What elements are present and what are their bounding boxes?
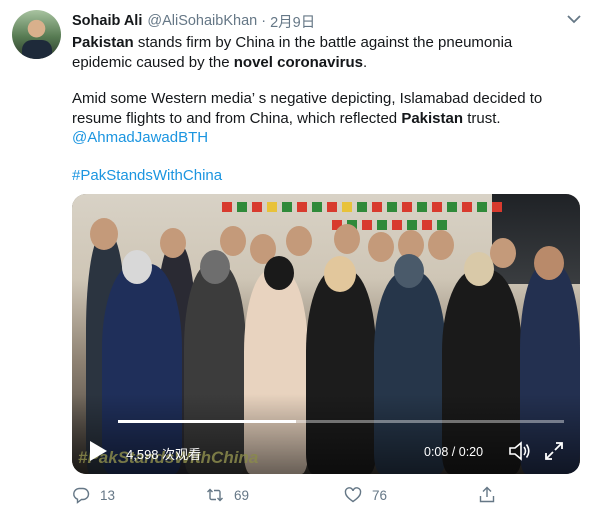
retweet-count: 69: [234, 487, 250, 503]
volume-icon[interactable]: [508, 440, 532, 462]
video-progress-bar[interactable]: [118, 420, 564, 423]
play-icon[interactable]: [88, 440, 108, 462]
tweet-text: Pakistan stands firm by China in the bat…: [72, 33, 582, 185]
share-button[interactable]: [478, 486, 496, 504]
mention-link[interactable]: @AhmadJawadBTH: [72, 129, 208, 146]
retweet-icon: [207, 488, 223, 502]
retweet-button[interactable]: 69: [206, 486, 249, 504]
tweet-paragraph-2: Amid some Western media’ s negative depi…: [72, 89, 582, 148]
bold-text: Pakistan: [401, 109, 464, 127]
video-time: 0:08 / 0:20: [424, 445, 484, 459]
like-button[interactable]: 76: [344, 486, 387, 504]
reply-icon: [73, 487, 90, 504]
video-player[interactable]: #PakStandsWithChina 4,598 次观看 0:08 / 0:2…: [72, 194, 580, 474]
heart-icon: [344, 487, 362, 503]
like-count: 76: [372, 487, 388, 503]
video-frame: [72, 194, 580, 474]
text-span: stands firm by China in the battle again…: [133, 34, 513, 51]
tweet-date[interactable]: 2月9日: [270, 11, 315, 32]
fullscreen-icon[interactable]: [544, 441, 564, 461]
chevron-down-icon[interactable]: [566, 12, 582, 26]
tweet-actions: 13 69 76: [72, 486, 512, 504]
text-span: epidemic caused by the: [72, 53, 234, 71]
video-progress-fill: [118, 420, 297, 423]
text-span: .: [362, 53, 368, 71]
bold-text: novel coronavirus: [233, 53, 363, 71]
view-count: 4,598 次观看: [126, 447, 202, 462]
tweet-header: Sohaib Ali @AliSohaibKhan · 2月9日: [72, 11, 315, 32]
hashtag-link[interactable]: #PakStandsWithChina: [72, 167, 222, 184]
text-span: trust.: [463, 109, 501, 127]
tweet-paragraph-3: #PakStandsWithChina: [72, 166, 582, 186]
separator-dot: ·: [261, 13, 267, 29]
share-icon: [479, 486, 495, 503]
avatar[interactable]: [12, 10, 61, 59]
tweet: Sohaib Ali @AliSohaibKhan · 2月9日 Pakista…: [0, 0, 598, 511]
bold-text: Pakistan: [72, 34, 134, 51]
author-handle[interactable]: @AliSohaibKhan: [147, 13, 257, 29]
reply-button[interactable]: 13: [72, 486, 115, 504]
reply-count: 13: [100, 487, 116, 503]
author-name[interactable]: Sohaib Ali: [72, 13, 142, 29]
tweet-paragraph-1: Pakistan stands firm by China in the bat…: [72, 33, 582, 72]
